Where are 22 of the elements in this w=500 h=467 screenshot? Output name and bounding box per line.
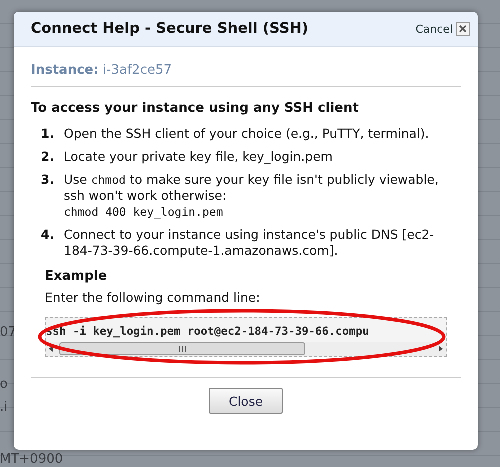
cancel-link[interactable]: Cancel [416,22,453,36]
background-text: o [0,377,8,392]
horizontal-scrollbar[interactable] [46,342,446,356]
step-text: Connect to your instance using instance's public DNS [ec2-184-73-39-66.compute-1.amazonaws.com]. [64,227,436,259]
step-text: Locate your private key file, key_login.pem [64,149,333,165]
instruction-text: Enter the following command line: [45,290,262,305]
dialog-title: Connect Help - Secure Shell (SSH) [31,21,309,37]
instance-id: i-3af2ce57 [102,63,172,78]
background-text: .i [0,400,8,415]
step-number: 1. [41,126,56,142]
step-text: Use chmod to make sure your key file isn't publicly viewable, ssh won't work otherwise: [64,172,440,204]
background-text: MT+0900 [0,452,64,467]
close-button[interactable]: Close [209,388,283,414]
step-number: 3. [41,172,56,189]
instance-label: Instance: [31,63,99,78]
section-heading: To access your instance using any SSH client [31,101,360,116]
step-number: 4. [41,227,56,244]
example-heading: Example [45,269,108,284]
step-number: 2. [41,149,56,165]
code-line: chmod 400 key_login.pem [64,204,224,220]
step-text: Open the SSH client of your choice (e.g., PuTTY, terminal). [64,126,430,142]
close-icon[interactable] [456,22,470,36]
